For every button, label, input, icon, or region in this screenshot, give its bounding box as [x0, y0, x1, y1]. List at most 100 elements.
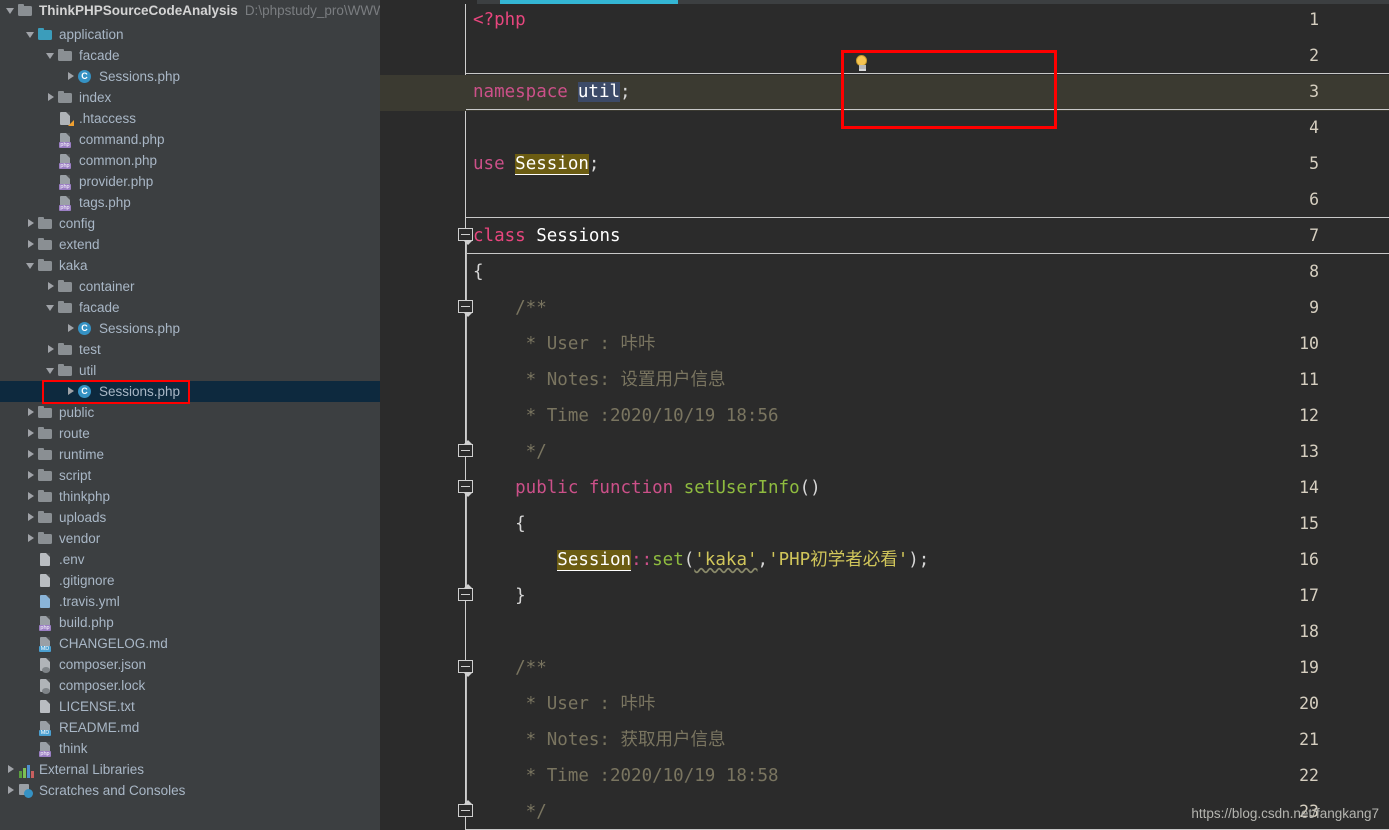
tree-row-kaka[interactable]: kaka — [0, 255, 380, 276]
folder-icon — [57, 90, 74, 106]
code-line[interactable]: */ — [473, 802, 547, 822]
chevron-right-icon[interactable] — [66, 386, 77, 397]
chevron-right-icon[interactable] — [26, 470, 37, 481]
tree-row-facade[interactable]: facade — [0, 297, 380, 318]
code-line[interactable]: namespace util; — [473, 82, 631, 102]
tree-row-changelog-md[interactable]: MD CHANGELOG.md — [0, 633, 380, 654]
code-line[interactable]: { — [473, 262, 484, 282]
tree-row-composer-json[interactable]: composer.json — [0, 654, 380, 675]
chevron-right-icon[interactable] — [46, 92, 57, 103]
tree-row-external-libraries[interactable]: External Libraries — [0, 759, 380, 780]
chevron-right-icon[interactable] — [66, 323, 77, 334]
code-line[interactable]: /** — [473, 658, 547, 678]
tree-row-util[interactable]: util — [0, 360, 380, 381]
tree-row-think[interactable]: php think — [0, 738, 380, 759]
code-line[interactable]: * Notes: 获取用户信息 — [473, 730, 726, 750]
tree-row-htaccess[interactable]: .htaccess — [0, 108, 380, 129]
tree-item-label: facade — [79, 300, 120, 315]
tree-row-runtime[interactable]: runtime — [0, 444, 380, 465]
code-line[interactable]: } — [473, 586, 526, 606]
chevron-right-icon[interactable] — [46, 281, 57, 292]
ide-window: ThinkPHPSourceCodeAnalysis D:\phpstudy_p… — [0, 0, 1389, 830]
code-fold-end-icon[interactable] — [456, 439, 475, 463]
chevron-down-icon[interactable] — [6, 5, 17, 16]
tree-row-gitignore[interactable]: .gitignore — [0, 570, 380, 591]
tree-row-vendor[interactable]: vendor — [0, 528, 380, 549]
tree-row-sessions-php[interactable]: Sessions.php — [0, 66, 380, 87]
chevron-right-icon[interactable] — [26, 239, 37, 250]
chevron-right-icon[interactable] — [26, 218, 37, 229]
tree-row-sessions-php[interactable]: Sessions.php — [0, 318, 380, 339]
tree-row-script[interactable]: script — [0, 465, 380, 486]
code-line[interactable]: * User : 咔咔 — [473, 334, 656, 354]
tree-row-env[interactable]: .env — [0, 549, 380, 570]
code-line[interactable]: class Sessions — [473, 226, 621, 246]
code-line[interactable]: * Time :2020/10/19 18:56 — [473, 406, 779, 426]
tree-row-provider-php[interactable]: php provider.php — [0, 171, 380, 192]
code-fold-end-icon[interactable] — [456, 583, 475, 607]
chevron-right-icon[interactable] — [26, 533, 37, 544]
chevron-down-icon[interactable] — [46, 302, 57, 313]
tree-row-tags-php[interactable]: php tags.php — [0, 192, 380, 213]
tree-row-extend[interactable]: extend — [0, 234, 380, 255]
chevron-down-icon[interactable] — [46, 50, 57, 61]
tree-row-test[interactable]: test — [0, 339, 380, 360]
code-fold-start-icon[interactable] — [456, 660, 475, 679]
chevron-right-icon[interactable] — [26, 428, 37, 439]
tree-row-facade[interactable]: facade — [0, 45, 380, 66]
tree-row-sessions-php[interactable]: Sessions.php — [0, 381, 380, 402]
tree-row-composer-lock[interactable]: composer.lock — [0, 675, 380, 696]
editor-tab-strip[interactable] — [380, 0, 1389, 4]
chevron-down-icon[interactable] — [26, 29, 37, 40]
chevron-right-icon[interactable] — [66, 71, 77, 82]
tree-row-travis-yml[interactable]: .travis.yml — [0, 591, 380, 612]
tree-row-config[interactable]: config — [0, 213, 380, 234]
code-line[interactable]: public function setUserInfo() — [473, 478, 821, 498]
editor-gutter[interactable] — [380, 0, 477, 830]
tree-item-label: .gitignore — [59, 573, 115, 588]
chevron-right-icon[interactable] — [6, 785, 17, 796]
tree-row-command-php[interactable]: php command.php — [0, 129, 380, 150]
chevron-right-icon[interactable] — [6, 764, 17, 775]
code-line[interactable]: { — [473, 514, 526, 534]
tree-row-license-txt[interactable]: LICENSE.txt — [0, 696, 380, 717]
tree-row-application[interactable]: application — [0, 24, 380, 45]
chevron-right-icon[interactable] — [26, 491, 37, 502]
file-type-badge: MD — [39, 729, 51, 736]
file-type-badge — [42, 666, 50, 673]
code-line[interactable]: * Time :2020/10/19 18:58 — [473, 766, 779, 786]
lightbulb-icon[interactable] — [854, 55, 870, 73]
folder-icon — [17, 3, 34, 19]
tree-row-uploads[interactable]: uploads — [0, 507, 380, 528]
project-tree-panel[interactable]: ThinkPHPSourceCodeAnalysis D:\phpstudy_p… — [0, 0, 380, 830]
code-fold-start-icon[interactable] — [456, 228, 475, 247]
code-line[interactable]: * User : 咔咔 — [473, 694, 656, 714]
chevron-down-icon[interactable] — [26, 260, 37, 271]
chevron-right-icon[interactable] — [46, 344, 57, 355]
tree-row-thinkphp[interactable]: thinkphp — [0, 486, 380, 507]
tree-row-common-php[interactable]: php common.php — [0, 150, 380, 171]
tree-row-build-php[interactable]: php build.php — [0, 612, 380, 633]
tree-row-container[interactable]: container — [0, 276, 380, 297]
code-editor[interactable]: 1 <?php 2 3 namespace util; 4 5 use Session; 6 7 c… — [380, 0, 1389, 830]
tree-row-index[interactable]: index — [0, 87, 380, 108]
code-fold-start-icon[interactable] — [456, 480, 475, 499]
code-fold-start-icon[interactable] — [456, 300, 475, 319]
tree-row-readme-md[interactable]: MD README.md — [0, 717, 380, 738]
tree-row-route[interactable]: route — [0, 423, 380, 444]
code-line[interactable]: /** — [473, 298, 547, 318]
code-line[interactable]: Session::set('kaka','PHP初学者必看'); — [473, 550, 929, 571]
code-line[interactable]: */ — [473, 442, 547, 462]
chevron-right-icon[interactable] — [26, 449, 37, 460]
tree-row-scratches-and-consoles[interactable]: Scratches and Consoles — [0, 780, 380, 801]
chevron-right-icon[interactable] — [26, 407, 37, 418]
tree-row-project-root[interactable]: ThinkPHPSourceCodeAnalysis D:\phpstudy_p… — [0, 0, 380, 21]
code-fold-end-icon[interactable] — [456, 799, 475, 823]
code-line[interactable]: <?php — [473, 10, 526, 30]
tree-row-public[interactable]: public — [0, 402, 380, 423]
chevron-right-icon[interactable] — [26, 512, 37, 523]
chevron-down-icon[interactable] — [46, 365, 57, 376]
code-line[interactable]: use Session; — [473, 154, 599, 175]
code-line[interactable]: * Notes: 设置用户信息 — [473, 370, 726, 390]
